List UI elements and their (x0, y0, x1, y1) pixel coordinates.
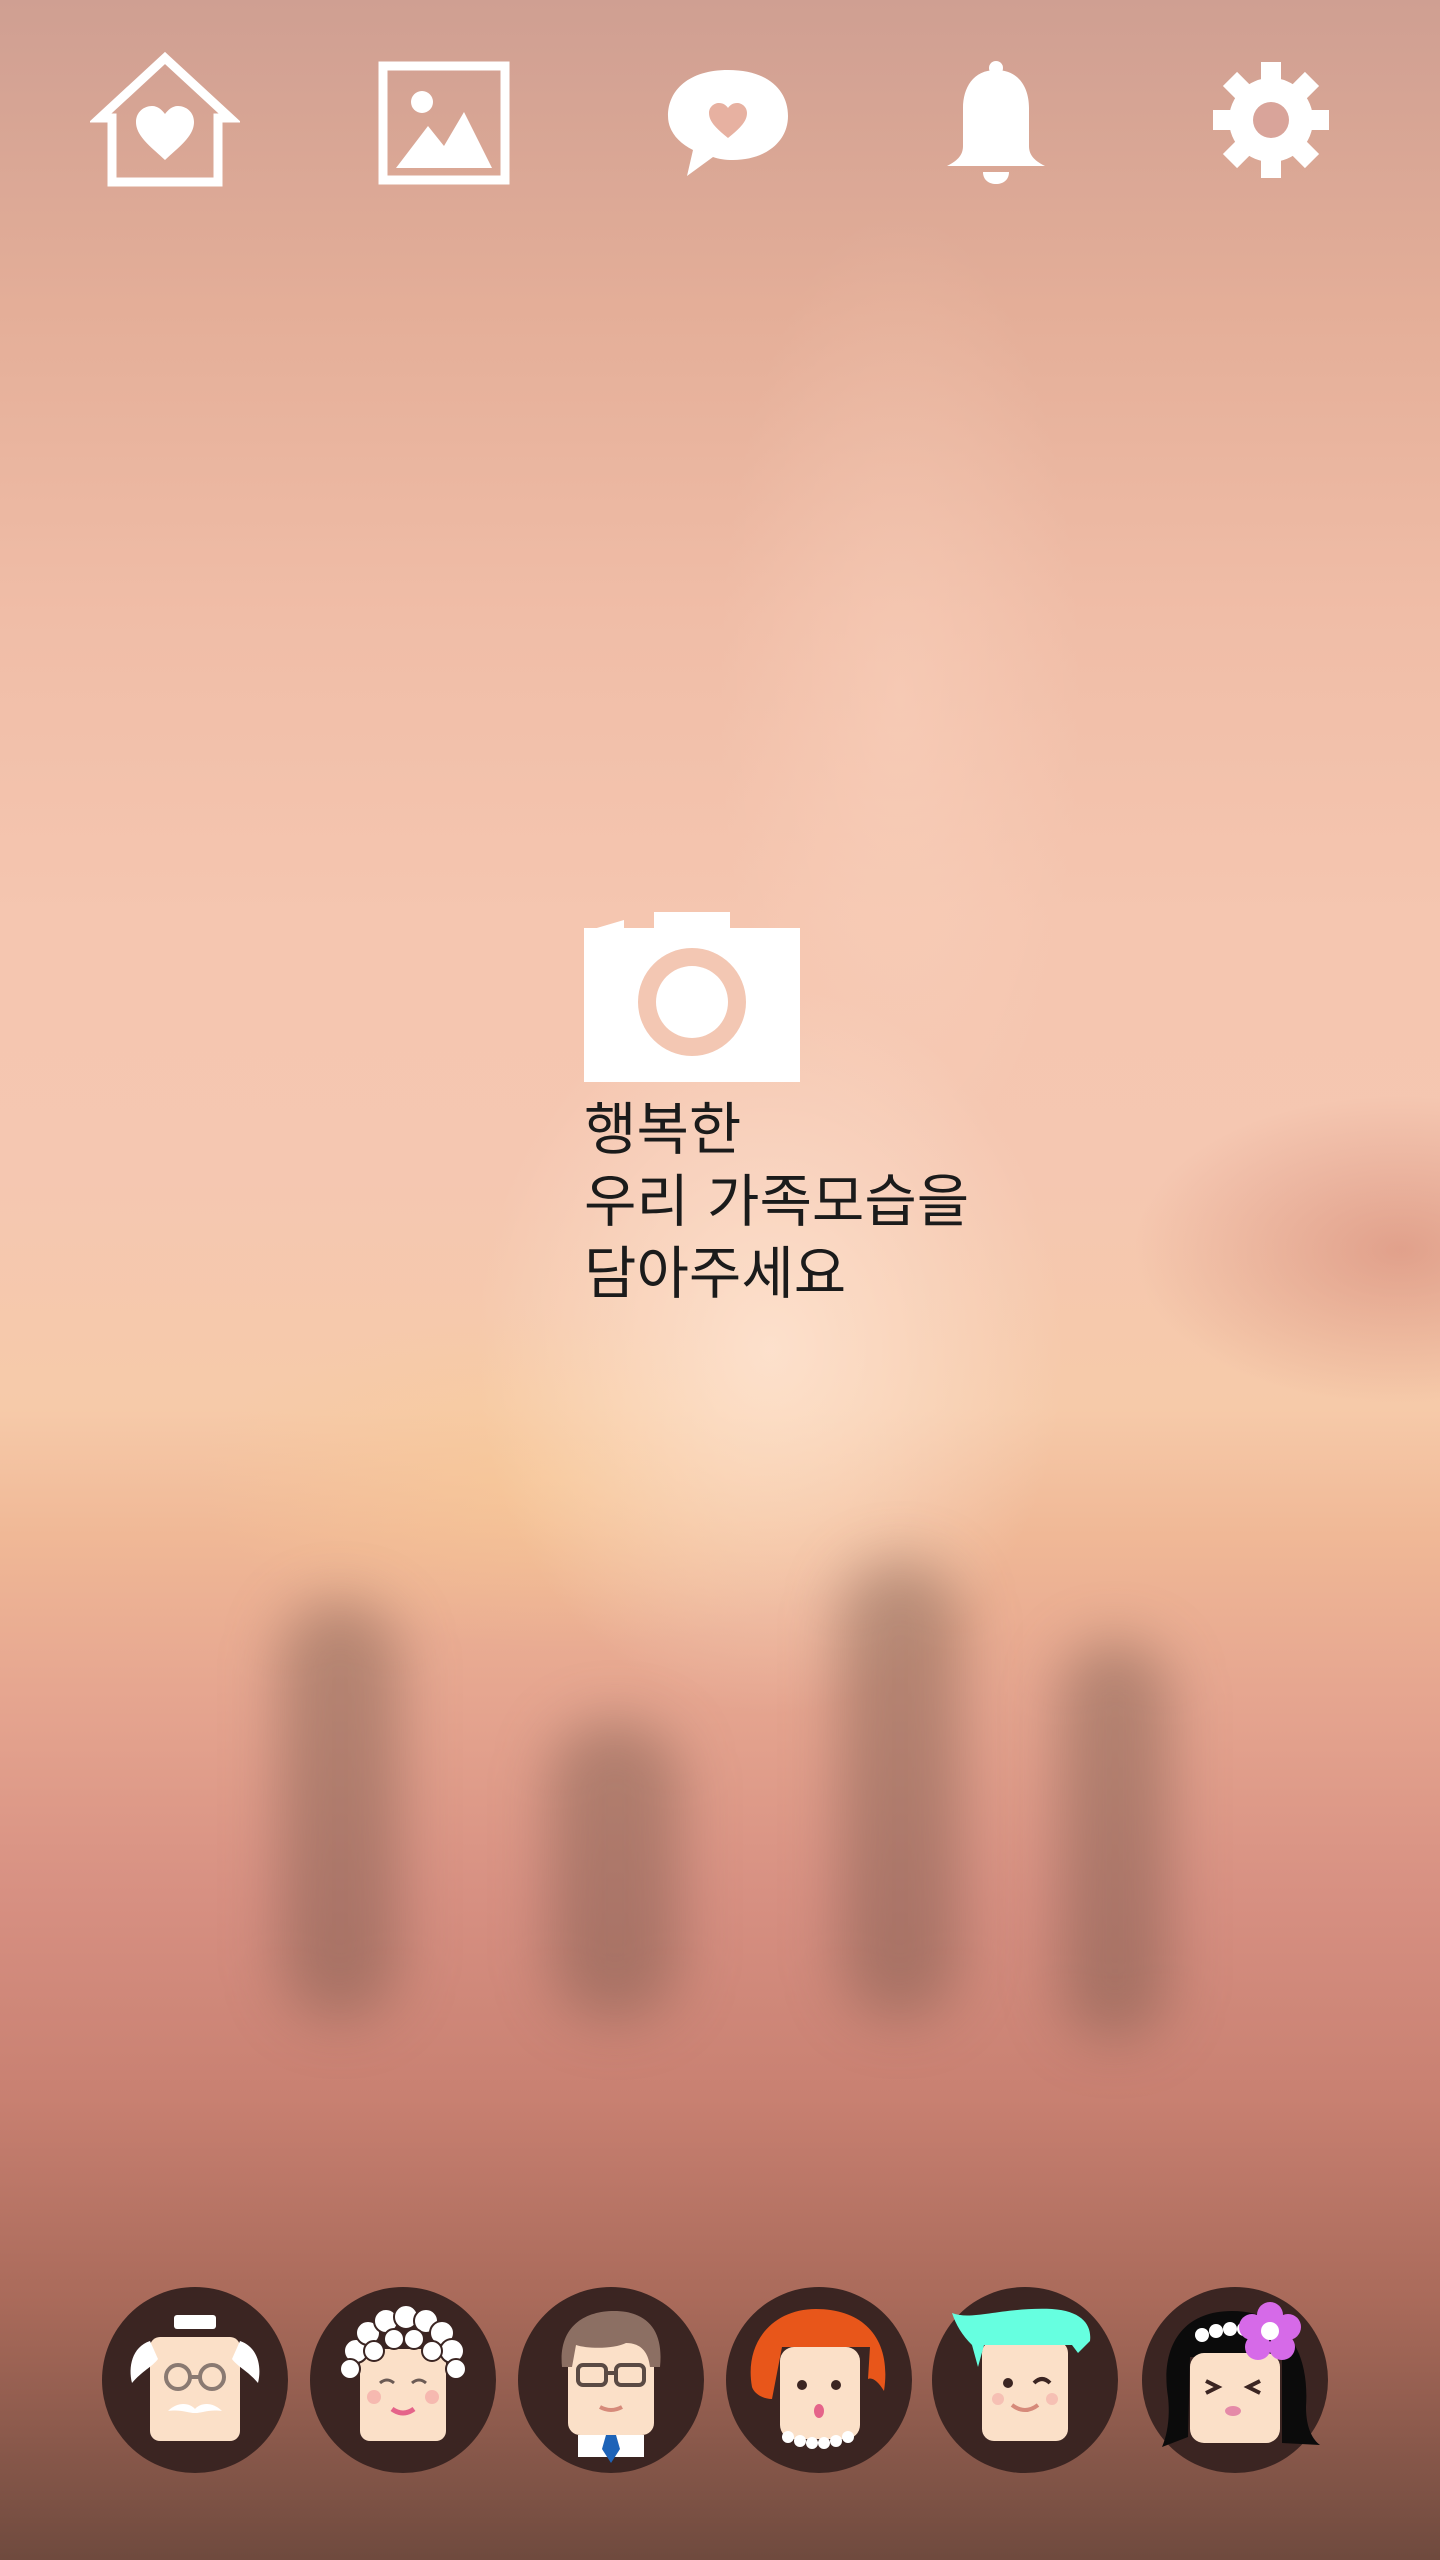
camera-icon (584, 912, 800, 1082)
prompt-line: 담아주세요 (584, 1241, 847, 1307)
prompt-line: 우리 가족모습을 (584, 1169, 970, 1235)
message-heart-icon[interactable] (653, 50, 803, 200)
add-photo-prompt: 행복한 우리 가족모습을 담아주세요 (584, 1094, 1044, 1310)
camera-button[interactable] (584, 910, 800, 1082)
settings-gear-icon[interactable] (1196, 50, 1346, 200)
background-figure (550, 1720, 680, 2020)
daughter-avatar[interactable] (1142, 2287, 1328, 2473)
father-avatar[interactable] (518, 2287, 704, 2473)
prompt-line: 행복한 (584, 1097, 742, 1163)
background-figure (1060, 1640, 1170, 2040)
top-navigation-bar (0, 50, 1440, 200)
background-figure (280, 1600, 400, 2020)
grandfather-avatar[interactable] (102, 2287, 288, 2473)
son-avatar[interactable] (932, 2287, 1118, 2473)
grandmother-avatar[interactable] (310, 2287, 496, 2473)
family-member-bar (0, 2287, 1440, 2473)
add-family-photo-area: 행복한 우리 가족모습을 담아주세요 (584, 910, 1044, 1310)
mother-avatar[interactable] (726, 2287, 912, 2473)
notification-bell-icon[interactable] (921, 50, 1071, 200)
gallery-icon[interactable] (366, 50, 516, 200)
family-home-screen: 행복한 우리 가족모습을 담아주세요 (0, 0, 1440, 2560)
background-figure (840, 1560, 960, 2020)
home-heart-icon[interactable] (90, 50, 240, 200)
